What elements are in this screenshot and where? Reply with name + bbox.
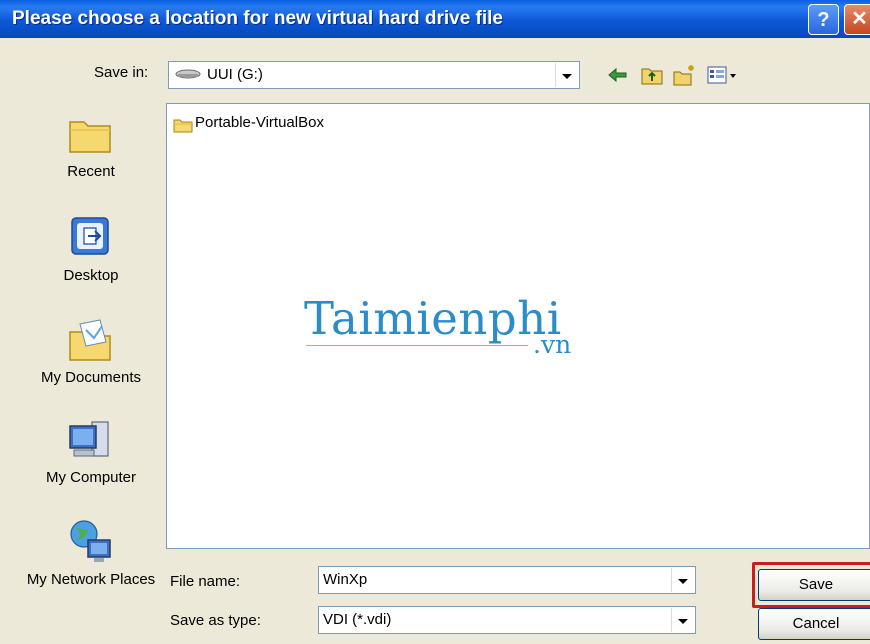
help-button[interactable]: ? (808, 4, 839, 35)
network-places-icon (70, 520, 111, 562)
save-in-label: Save in: (94, 64, 149, 81)
place-recent[interactable]: Recent (16, 110, 166, 200)
place-network-label: My Network Places (26, 571, 156, 588)
file-name-field[interactable]: WinXp (318, 566, 696, 594)
place-desktop[interactable]: Desktop (16, 214, 166, 304)
chevron-down-icon[interactable] (671, 568, 694, 592)
watermark-sub: .vn (533, 330, 572, 359)
save-as-type-value: VDI (*.vdi) (323, 611, 392, 628)
desktop-icon (71, 217, 109, 255)
watermark-logo: Taimienphi .vn (304, 292, 594, 362)
recent-folder-icon (69, 121, 111, 153)
new-folder-icon[interactable] (672, 63, 696, 87)
save-as-type-label: Save as type: (170, 612, 261, 629)
location-dropdown[interactable]: UUI (G:) (168, 61, 580, 89)
file-name-label: File name: (170, 573, 241, 590)
places-bar: Recent Desktop My Documents My Computer (16, 96, 166, 628)
place-my-computer[interactable]: My Computer (16, 416, 166, 506)
dialog-title: Please choose a location for new virtual… (12, 8, 503, 29)
chevron-down-icon[interactable] (671, 608, 694, 632)
my-computer-icon (69, 421, 109, 457)
place-recent-label: Recent (67, 163, 115, 180)
place-my-documents[interactable]: My Documents (16, 316, 166, 406)
place-my-computer-label: My Computer (45, 469, 137, 486)
watermark-underline (306, 345, 528, 346)
up-folder-icon[interactable] (640, 63, 664, 87)
place-network[interactable]: My Network Places (16, 518, 166, 618)
save-button[interactable]: Save (758, 569, 870, 601)
list-item-label: Portable-VirtualBox (195, 114, 324, 131)
watermark-main: Taimienphi (304, 292, 562, 345)
back-arrow-icon[interactable] (606, 63, 630, 87)
my-documents-icon (69, 319, 111, 361)
location-value: UUI (G:) (207, 66, 263, 83)
view-menu-icon[interactable] (706, 63, 740, 87)
save-as-type-select[interactable]: VDI (*.vdi) (318, 606, 696, 634)
place-my-documents-label: My Documents (40, 369, 142, 386)
chevron-down-icon[interactable] (555, 63, 578, 87)
cancel-button[interactable]: Cancel (758, 608, 870, 640)
drive-icon (175, 69, 201, 79)
title-bar: Please choose a location for new virtual… (0, 0, 870, 38)
folder-icon (173, 119, 193, 133)
place-desktop-label: Desktop (63, 267, 119, 284)
close-button[interactable]: ✕ (844, 4, 870, 35)
file-name-value: WinXp (323, 571, 368, 588)
